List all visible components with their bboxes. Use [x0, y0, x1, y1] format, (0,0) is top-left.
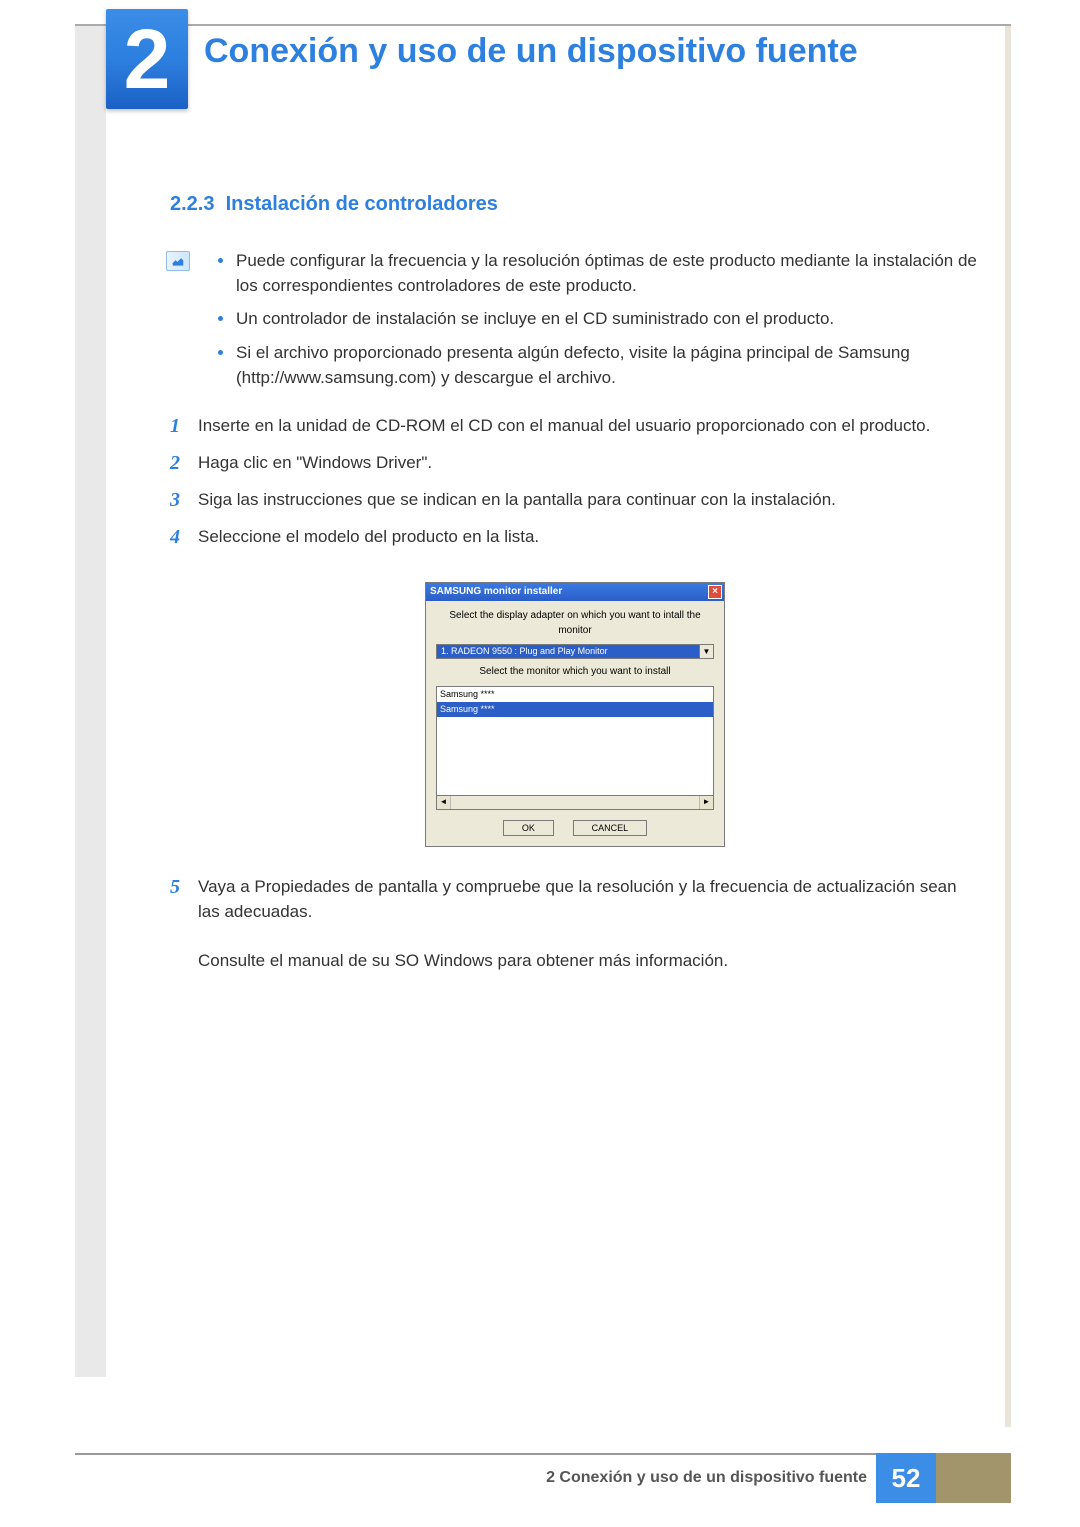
content-area: 2.2.3 Instalación de controladores Puede…	[170, 190, 980, 982]
footer: 2 Conexión y uso de un dispositivo fuent…	[75, 1453, 1011, 1503]
note-item: Un controlador de instalación se incluye…	[218, 307, 980, 332]
installer-label-top: Select the display adapter on which you …	[436, 609, 714, 638]
step-row: 2 Haga clic en "Windows Driver".	[170, 449, 980, 478]
installer-window: SAMSUNG monitor installer × Select the d…	[425, 582, 725, 847]
section-title: Instalación de controladores	[226, 193, 498, 215]
section-number: 2.2.3	[170, 193, 214, 215]
left-margin	[75, 24, 106, 1377]
step-number: 3	[170, 486, 198, 515]
step-number: 5	[170, 873, 198, 974]
step-text: Haga clic en "Windows Driver".	[198, 449, 980, 478]
top-rule	[75, 24, 1011, 26]
horizontal-scrollbar[interactable]: ◄ ►	[436, 796, 714, 810]
list-item[interactable]: Samsung ****	[437, 687, 713, 702]
note-icon	[166, 251, 190, 271]
note-item: Puede configurar la frecuencia y la reso…	[218, 249, 980, 298]
step-row: 5 Vaya a Propiedades de pantalla y compr…	[170, 873, 980, 974]
step5-main: Vaya a Propiedades de pantalla y comprue…	[198, 877, 957, 921]
combobox-value: 1. RADEON 9550 : Plug and Play Monitor	[437, 645, 699, 658]
step-text: Seleccione el modelo del producto en la …	[198, 523, 980, 552]
note-list: Puede configurar la frecuencia y la reso…	[218, 249, 980, 390]
footer-beige-block	[936, 1453, 1011, 1503]
page: 2 Conexión y uso de un dispositivo fuent…	[0, 0, 1080, 1527]
step-row: 1 Inserte en la unidad de CD-ROM el CD c…	[170, 412, 980, 441]
step-row: 3 Siga las instrucciones que se indican …	[170, 486, 980, 515]
list-item[interactable]: Samsung ****	[437, 702, 713, 717]
ok-button[interactable]: OK	[503, 820, 554, 836]
adapter-combobox[interactable]: 1. RADEON 9550 : Plug and Play Monitor ▼	[436, 644, 714, 659]
scroll-right-icon[interactable]: ►	[699, 796, 713, 809]
footer-rule	[75, 1453, 1011, 1503]
close-icon[interactable]: ×	[708, 585, 722, 599]
chapter-badge: 2	[106, 9, 188, 109]
chapter-title: Conexión y uso de un dispositivo fuente	[204, 32, 858, 71]
scroll-left-icon[interactable]: ◄	[437, 796, 451, 809]
installer-titlebar: SAMSUNG monitor installer ×	[426, 583, 724, 601]
installer-body: Select the display adapter on which you …	[426, 601, 724, 846]
step-list-continued: 5 Vaya a Propiedades de pantalla y compr…	[170, 873, 980, 974]
chevron-down-icon[interactable]: ▼	[699, 645, 713, 658]
step-text: Vaya a Propiedades de pantalla y comprue…	[198, 873, 980, 974]
right-strip	[1005, 24, 1011, 1427]
cancel-button[interactable]: CANCEL	[573, 820, 648, 836]
step5-extra: Consulte el manual de su SO Windows para…	[198, 951, 728, 970]
step-row: 4 Seleccione el modelo del producto en l…	[170, 523, 980, 552]
step-number: 4	[170, 523, 198, 552]
footer-page-number: 52	[876, 1453, 936, 1503]
monitor-listbox[interactable]: Samsung **** Samsung ****	[436, 686, 714, 796]
installer-label-mid: Select the monitor which you want to ins…	[436, 665, 714, 680]
section-heading: 2.2.3 Instalación de controladores	[170, 190, 980, 219]
step-number: 2	[170, 449, 198, 478]
installer-buttons: OK CANCEL	[436, 820, 714, 837]
note-block: Puede configurar la frecuencia y la reso…	[170, 249, 980, 390]
step-number: 1	[170, 412, 198, 441]
step-text: Inserte en la unidad de CD-ROM el CD con…	[198, 412, 980, 441]
note-item: Si el archivo proporcionado presenta alg…	[218, 341, 980, 390]
chapter-number: 2	[106, 9, 188, 109]
step-text: Siga las instrucciones que se indican en…	[198, 486, 980, 515]
installer-title-text: SAMSUNG monitor installer	[430, 585, 562, 600]
footer-chapter-text: 2 Conexión y uso de un dispositivo fuent…	[546, 1453, 867, 1503]
step-list: 1 Inserte en la unidad de CD-ROM el CD c…	[170, 412, 980, 552]
